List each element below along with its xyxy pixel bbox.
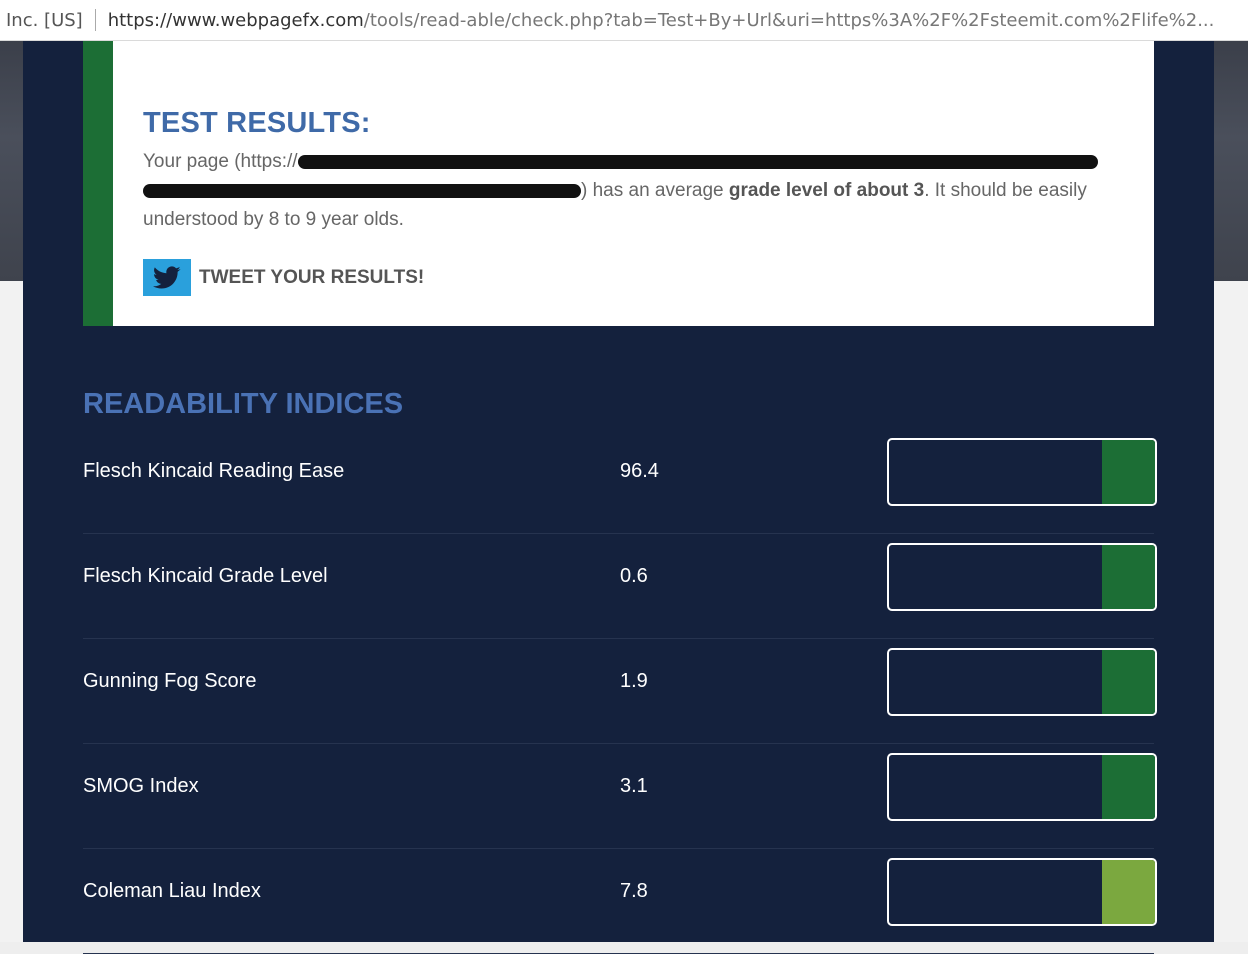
index-meter-fill [1102, 545, 1155, 609]
url-host: https://www.webpagefx.com [107, 9, 364, 31]
readability-index-row: Flesch Kincaid Reading Ease 96.4 [83, 428, 1157, 534]
index-meter-fill [1102, 650, 1155, 714]
tweet-results-label: TWEET YOUR RESULTS! [199, 266, 425, 288]
readability-indices-title: READABILITY INDICES [83, 388, 404, 420]
url-text[interactable]: https://www.webpagefx.com/tools/read-abl… [108, 10, 1238, 31]
index-value: 96.4 [620, 460, 659, 482]
index-meter [887, 648, 1157, 716]
test-results-card: TEST RESULTS: Your page (https:// ) has … [83, 41, 1154, 326]
site-identity-label[interactable]: Inc. [US] [0, 10, 83, 31]
index-value: 7.8 [620, 880, 648, 902]
test-results-title: TEST RESULTS: [143, 107, 371, 139]
index-name: Flesch Kincaid Reading Ease [83, 460, 345, 482]
index-name: Gunning Fog Score [83, 670, 257, 692]
address-bar[interactable]: Inc. [US] https://www.webpagefx.com/tool… [0, 0, 1248, 41]
index-value: 3.1 [620, 775, 648, 797]
redaction-mark [143, 183, 581, 198]
index-meter-fill [1102, 860, 1155, 924]
index-meter [887, 753, 1157, 821]
readability-index-row: Coleman Liau Index 7.8 [83, 848, 1157, 954]
grade-level-phrase: grade level of about 3 [728, 180, 925, 201]
url-path: /tools/read-able/check.php?tab=Test+By+U… [363, 9, 1215, 31]
index-name: Coleman Liau Index [83, 880, 261, 902]
results-summary: Your page (https:// ) has an average gra… [143, 147, 1133, 234]
index-meter-fill [1102, 440, 1155, 504]
index-value: 1.9 [620, 670, 648, 692]
index-meter-fill [1102, 755, 1155, 819]
tweet-results-button[interactable]: TWEET YOUR RESULTS! [143, 259, 424, 296]
index-meter [887, 543, 1157, 611]
readability-index-row: Gunning Fog Score 1.9 [83, 638, 1157, 744]
twitter-bird-icon [143, 259, 191, 296]
index-name: SMOG Index [83, 775, 199, 797]
address-bar-divider [94, 9, 96, 31]
summary-text-before: Your page (https:// [143, 151, 298, 172]
readability-index-row: SMOG Index 3.1 [83, 743, 1157, 849]
card-accent-stripe [83, 41, 113, 326]
readability-index-row: Flesch Kincaid Grade Level 0.6 [83, 533, 1157, 639]
summary-text-mid: ) has an average [581, 180, 729, 201]
index-meter [887, 858, 1157, 926]
index-meter [887, 438, 1157, 506]
index-name: Flesch Kincaid Grade Level [83, 565, 328, 587]
index-value: 0.6 [620, 565, 648, 587]
redaction-mark [297, 154, 1098, 169]
